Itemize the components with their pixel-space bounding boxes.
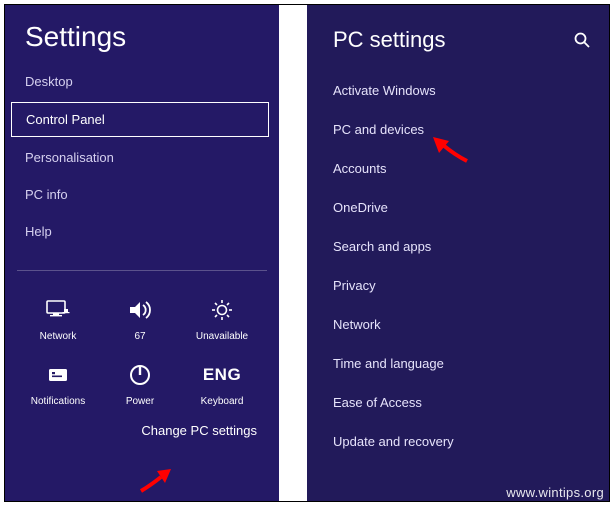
tile-network[interactable]: Network: [17, 287, 99, 352]
volume-icon: [99, 293, 181, 327]
settings-charm-panel: Settings Desktop Control Panel Personali…: [5, 5, 279, 501]
tile-volume[interactable]: 67: [99, 287, 181, 352]
cat-privacy[interactable]: Privacy: [307, 266, 609, 305]
watermark: www.wintips.org: [506, 485, 604, 500]
tile-power-label: Power: [99, 396, 181, 407]
tile-brightness-label: Unavailable: [181, 331, 263, 342]
tile-network-label: Network: [17, 331, 99, 342]
cat-accounts[interactable]: Accounts: [307, 149, 609, 188]
search-icon: [573, 31, 591, 49]
tile-notifications-label: Notifications: [17, 396, 99, 407]
search-button[interactable]: [573, 31, 591, 49]
settings-title: Settings: [5, 21, 279, 63]
menu-item-personalisation[interactable]: Personalisation: [5, 139, 279, 176]
tile-notifications[interactable]: Notifications: [17, 352, 99, 417]
cat-search-and-apps[interactable]: Search and apps: [307, 227, 609, 266]
pc-settings-categories: Activate Windows PC and devices Accounts…: [307, 71, 609, 461]
cat-pc-and-devices[interactable]: PC and devices: [307, 110, 609, 149]
keyboard-lang-icon: ENG: [181, 358, 263, 392]
network-icon: [17, 293, 99, 327]
menu-item-control-panel[interactable]: Control Panel: [11, 102, 269, 137]
settings-menu: Desktop Control Panel Personalisation PC…: [5, 63, 279, 250]
keyboard-lang-text: ENG: [203, 365, 241, 385]
annotation-arrow-change-settings: [137, 467, 177, 495]
change-pc-settings-link[interactable]: Change PC settings: [5, 417, 279, 438]
cat-time-and-language[interactable]: Time and language: [307, 344, 609, 383]
notifications-icon: [17, 358, 99, 392]
tile-keyboard[interactable]: ENG Keyboard: [181, 352, 263, 417]
panel-gap: [279, 5, 307, 501]
menu-item-pc-info[interactable]: PC info: [5, 176, 279, 213]
menu-item-desktop[interactable]: Desktop: [5, 63, 279, 100]
pc-settings-header: PC settings: [307, 27, 609, 71]
cat-activate-windows[interactable]: Activate Windows: [307, 71, 609, 110]
pc-settings-panel: PC settings Activate Windows PC and devi…: [307, 5, 609, 501]
tile-volume-value: 67: [99, 331, 181, 342]
brightness-icon: [181, 293, 263, 327]
tile-brightness[interactable]: Unavailable: [181, 287, 263, 352]
cat-onedrive[interactable]: OneDrive: [307, 188, 609, 227]
tile-power[interactable]: Power: [99, 352, 181, 417]
power-icon: [99, 358, 181, 392]
cat-ease-of-access[interactable]: Ease of Access: [307, 383, 609, 422]
menu-item-help[interactable]: Help: [5, 213, 279, 250]
tile-keyboard-label: Keyboard: [181, 396, 263, 407]
quick-tiles: Network 67: [17, 270, 267, 417]
cat-network[interactable]: Network: [307, 305, 609, 344]
pc-settings-title: PC settings: [333, 27, 573, 53]
cat-update-and-recovery[interactable]: Update and recovery: [307, 422, 609, 461]
